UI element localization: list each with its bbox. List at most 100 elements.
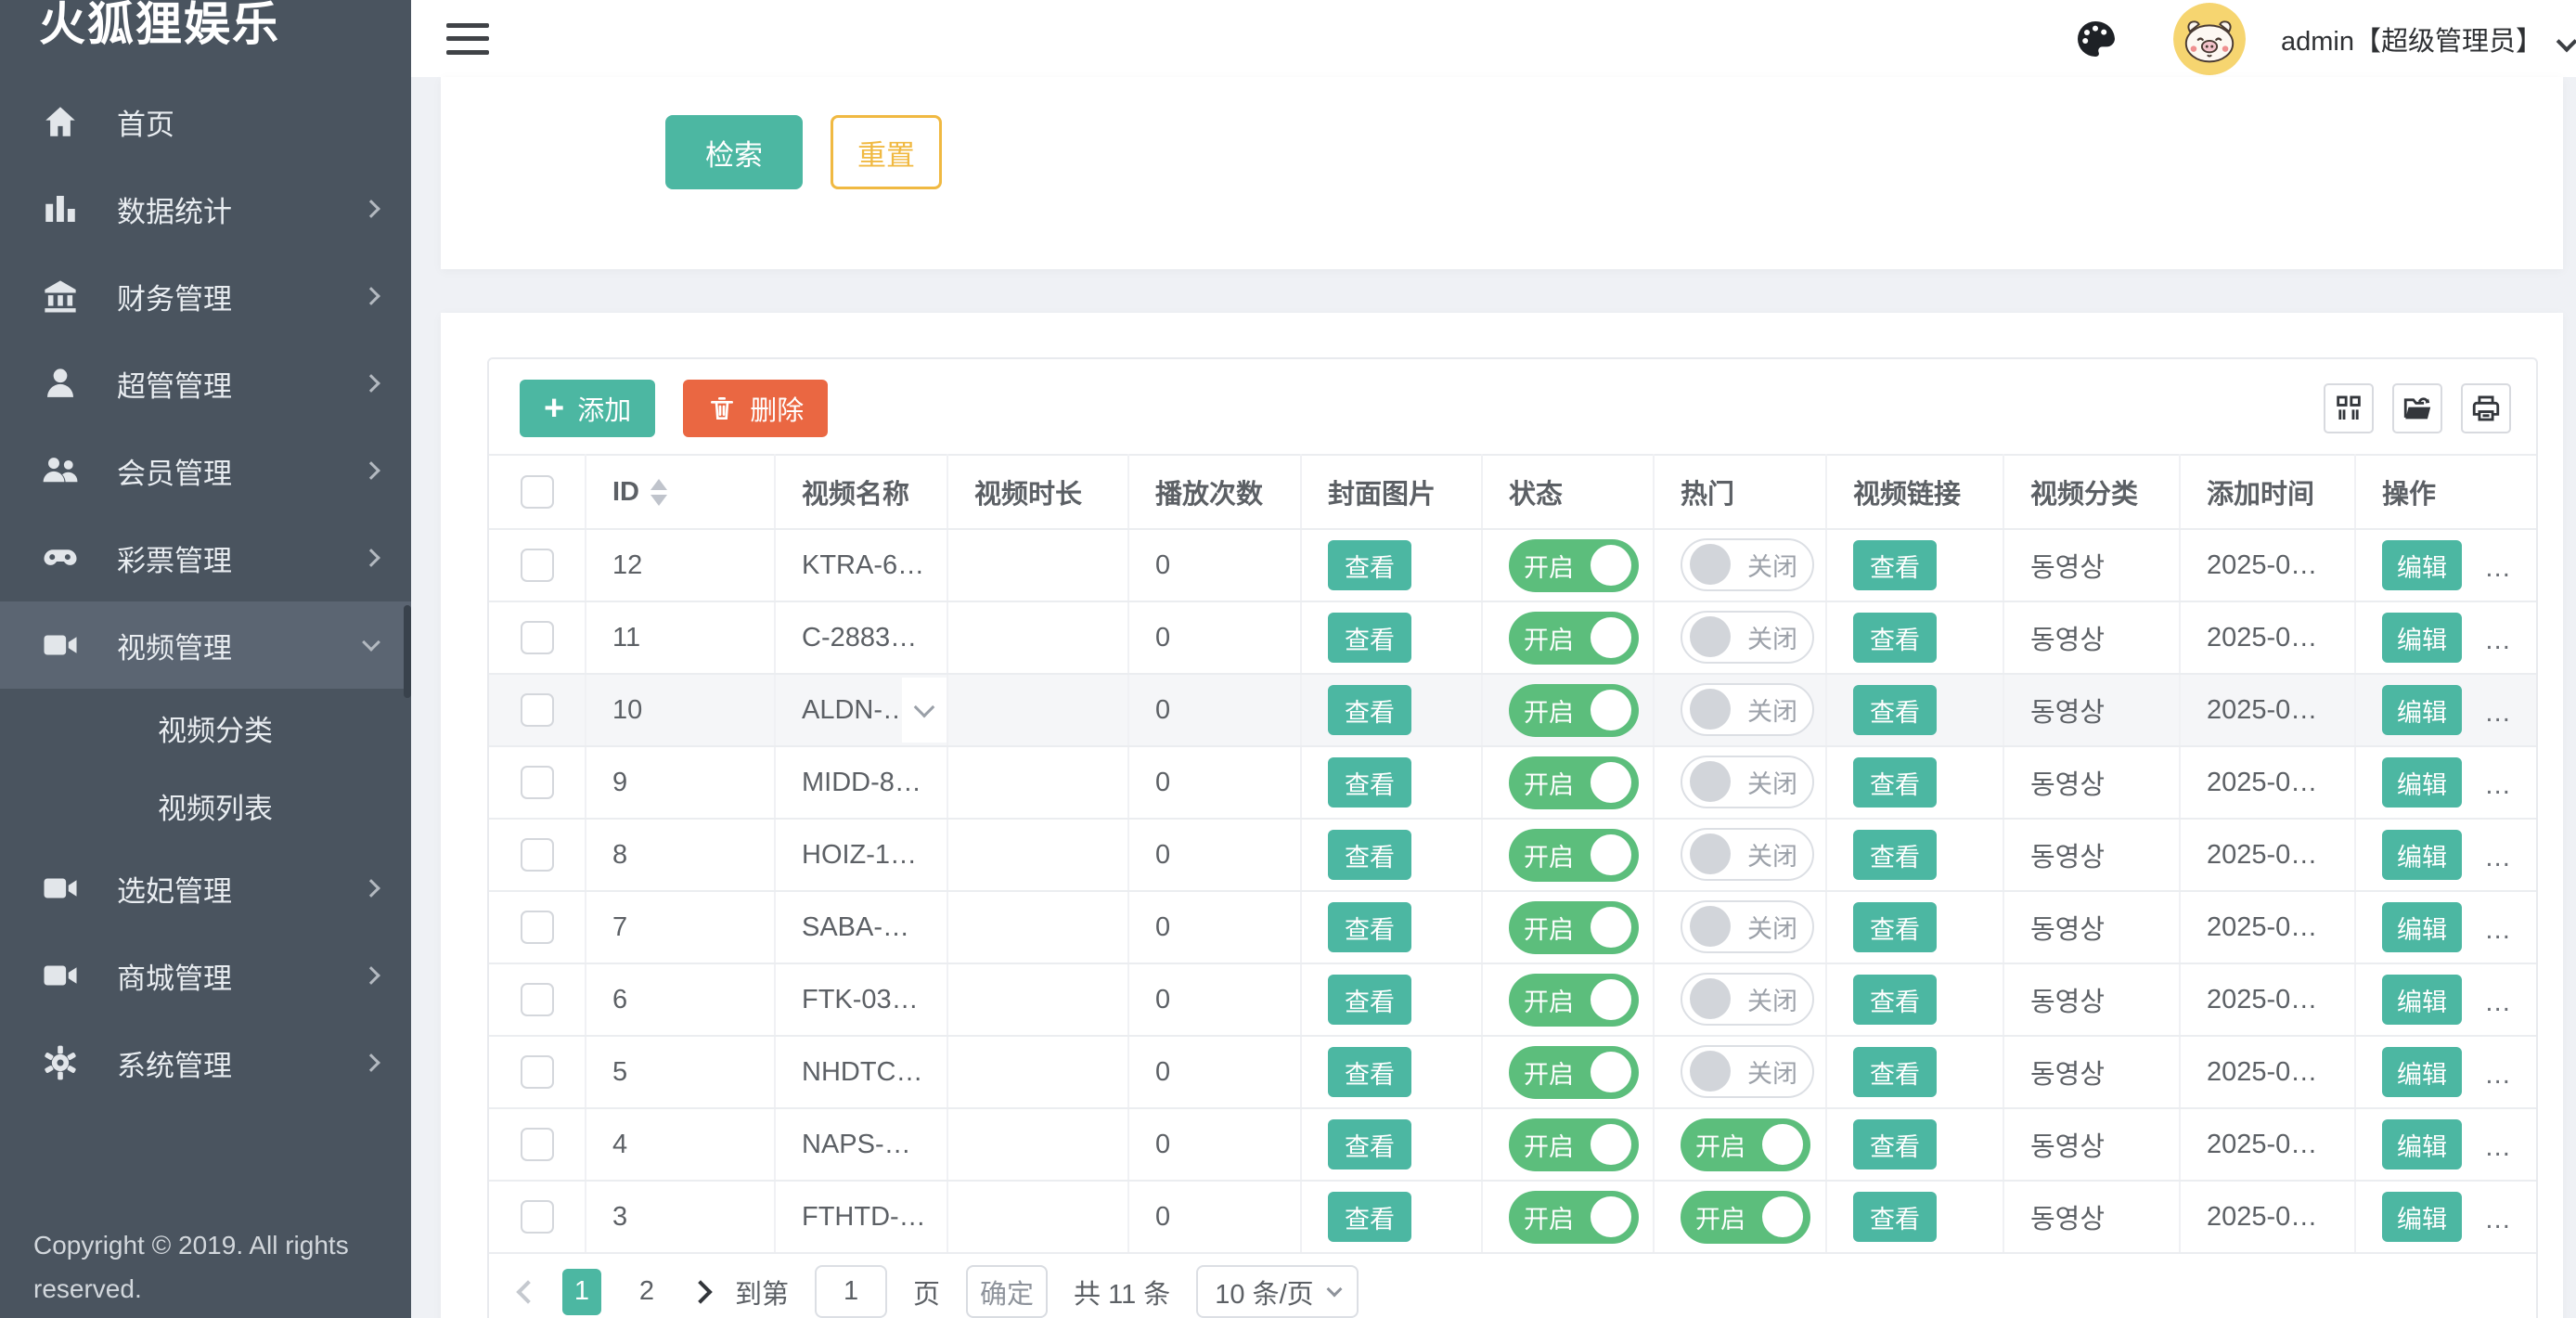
row-checkbox[interactable] <box>521 1055 554 1089</box>
view-link-button[interactable]: 查看 <box>1853 975 1937 1025</box>
hot-toggle[interactable]: 关闭 <box>1681 756 1814 808</box>
hot-toggle[interactable]: 关闭 <box>1681 1045 1814 1098</box>
hot-toggle[interactable]: 关闭 <box>1681 611 1814 664</box>
cell-hot: 关闭 <box>1654 1036 1826 1108</box>
user-menu-chevron-down-icon[interactable] <box>2557 31 2576 52</box>
view-link-button[interactable]: 查看 <box>1853 902 1937 952</box>
sidebar-item-superadmin[interactable]: 超管管理 <box>0 340 411 427</box>
export-button[interactable] <box>2392 383 2442 433</box>
row-checkbox[interactable] <box>521 549 554 582</box>
sidebar-item-statistics[interactable]: 数据统计 <box>0 165 411 252</box>
view-cover-button[interactable]: 查看 <box>1328 757 1411 808</box>
delete-button[interactable]: 删除 <box>683 380 828 437</box>
row-checkbox[interactable] <box>521 693 554 727</box>
status-toggle[interactable]: 开启 <box>1509 756 1639 809</box>
view-link-button[interactable]: 查看 <box>1853 1047 1937 1097</box>
row-checkbox[interactable] <box>521 911 554 944</box>
hot-toggle[interactable]: 开启 <box>1681 1118 1810 1171</box>
view-cover-button[interactable]: 查看 <box>1328 540 1411 590</box>
reset-button[interactable]: 重置 <box>831 115 942 189</box>
print-button[interactable] <box>2461 383 2511 433</box>
sidebar-item-system[interactable]: 系统管理 <box>0 1019 411 1106</box>
username-text[interactable]: admin【超级管理员】 <box>2281 19 2543 58</box>
next-page-icon[interactable] <box>689 1280 712 1303</box>
view-link-button[interactable]: 查看 <box>1853 1119 1937 1169</box>
status-toggle[interactable]: 开启 <box>1509 1046 1639 1099</box>
edit-button[interactable]: 编辑 <box>2382 613 2462 663</box>
column-header-id[interactable]: ID <box>586 455 775 529</box>
select-all-checkbox[interactable] <box>521 475 554 509</box>
view-cover-button[interactable]: 查看 <box>1328 902 1411 952</box>
status-toggle[interactable]: 开启 <box>1509 684 1639 737</box>
user-avatar[interactable] <box>2173 3 2246 75</box>
row-checkbox[interactable] <box>521 983 554 1016</box>
page-button-2[interactable]: 2 <box>627 1269 666 1315</box>
page-button-1[interactable]: 1 <box>562 1269 601 1315</box>
view-cover-button[interactable]: 查看 <box>1328 1192 1411 1242</box>
sidebar-item-video-list[interactable]: 视频列表 <box>0 767 411 845</box>
edit-button[interactable]: 编辑 <box>2382 540 2462 590</box>
status-toggle[interactable]: 开启 <box>1509 539 1639 592</box>
cell-plays: 0 <box>1128 819 1301 891</box>
row-checkbox[interactable] <box>521 1200 554 1234</box>
view-link-button[interactable]: 查看 <box>1853 613 1937 663</box>
status-toggle[interactable]: 开启 <box>1509 612 1639 665</box>
status-toggle[interactable]: 开启 <box>1509 901 1639 954</box>
view-link-button[interactable]: 查看 <box>1853 830 1937 880</box>
hot-toggle[interactable]: 关闭 <box>1681 538 1814 591</box>
sort-icon[interactable] <box>650 479 667 506</box>
row-checkbox[interactable] <box>521 621 554 654</box>
add-button[interactable]: + 添加 <box>520 380 655 437</box>
prev-page-icon[interactable] <box>516 1280 539 1303</box>
sidebar-item-members[interactable]: 会员管理 <box>0 427 411 514</box>
edit-button[interactable]: 编辑 <box>2382 1047 2462 1097</box>
sidebar-item-home[interactable]: 首页 <box>0 78 411 165</box>
sidebar-scrollbar-thumb[interactable] <box>404 605 411 698</box>
edit-button[interactable]: 编辑 <box>2382 902 2462 952</box>
sidebar-item-video[interactable]: 视频管理 <box>0 601 411 689</box>
sidebar-item-finance[interactable]: 财务管理 <box>0 252 411 340</box>
hot-toggle[interactable]: 关闭 <box>1681 900 1814 953</box>
view-cover-button[interactable]: 查看 <box>1328 975 1411 1025</box>
view-link-button[interactable]: 查看 <box>1853 685 1937 735</box>
edit-button[interactable]: 编辑 <box>2382 1192 2462 1242</box>
view-link-button[interactable]: 查看 <box>1853 540 1937 590</box>
view-cover-button[interactable]: 查看 <box>1328 685 1411 735</box>
edit-button[interactable]: 编辑 <box>2382 685 2462 735</box>
confirm-button[interactable]: 确定 <box>966 1265 1048 1318</box>
goto-page-input[interactable] <box>815 1265 887 1318</box>
cell-cover: 查看 <box>1301 1108 1482 1181</box>
expand-row-button[interactable] <box>902 678 947 743</box>
edit-button[interactable]: 编辑 <box>2382 1119 2462 1169</box>
hot-toggle[interactable]: 关闭 <box>1681 828 1814 881</box>
printer-icon <box>2470 393 2502 424</box>
view-link-button[interactable]: 查看 <box>1853 757 1937 808</box>
view-cover-button[interactable]: 查看 <box>1328 613 1411 663</box>
row-checkbox[interactable] <box>521 1128 554 1161</box>
view-cover-button[interactable]: 查看 <box>1328 830 1411 880</box>
edit-button[interactable]: 编辑 <box>2382 975 2462 1025</box>
row-checkbox[interactable] <box>521 766 554 799</box>
row-checkbox[interactable] <box>521 838 554 872</box>
hot-toggle[interactable]: 关闭 <box>1681 683 1814 736</box>
hot-toggle[interactable]: 开启 <box>1681 1191 1810 1244</box>
hot-toggle[interactable]: 关闭 <box>1681 973 1814 1026</box>
view-link-button[interactable]: 查看 <box>1853 1192 1937 1242</box>
edit-button[interactable]: 编辑 <box>2382 757 2462 808</box>
view-cover-button[interactable]: 查看 <box>1328 1119 1411 1169</box>
search-button[interactable]: 检索 <box>665 115 803 189</box>
view-cover-button[interactable]: 查看 <box>1328 1047 1411 1097</box>
status-toggle[interactable]: 开启 <box>1509 1191 1639 1244</box>
sidebar-item-lottery[interactable]: 彩票管理 <box>0 514 411 601</box>
hamburger-menu-icon[interactable] <box>446 23 489 55</box>
page-size-select[interactable]: 10 条/页 <box>1196 1265 1358 1318</box>
status-toggle[interactable]: 开启 <box>1509 1118 1639 1171</box>
column-settings-button[interactable] <box>2324 383 2374 433</box>
sidebar-item-video-category[interactable]: 视频分类 <box>0 689 411 767</box>
status-toggle[interactable]: 开启 <box>1509 829 1639 882</box>
status-toggle[interactable]: 开启 <box>1509 974 1639 1027</box>
sidebar-item-concubine[interactable]: 选妃管理 <box>0 845 411 932</box>
theme-palette-icon[interactable] <box>2073 17 2118 61</box>
edit-button[interactable]: 编辑 <box>2382 830 2462 880</box>
sidebar-item-mall[interactable]: 商城管理 <box>0 932 411 1019</box>
